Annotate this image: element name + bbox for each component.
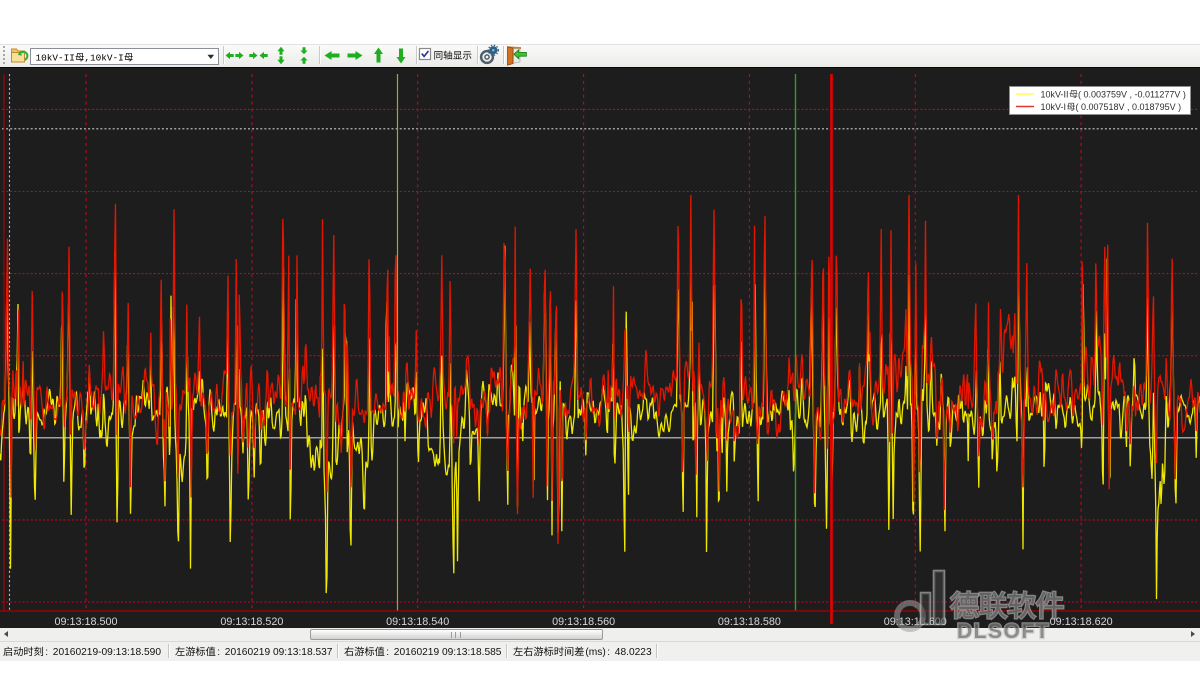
svg-text::: : — [217, 647, 220, 658]
svg-text::: : — [386, 647, 389, 658]
svg-text:20160219-09:13:18.590: 20160219-09:13:18.590 — [53, 647, 162, 658]
svg-text:DLSOFT: DLSOFT — [957, 620, 1050, 643]
svg-text:48.0223: 48.0223 — [615, 647, 652, 658]
svg-text:20160219 09:13:18.537: 20160219 09:13:18.537 — [225, 647, 333, 658]
svg-text:20160219 09:13:18.585: 20160219 09:13:18.585 — [394, 647, 502, 658]
svg-text:(ms): (ms) — [585, 647, 605, 658]
svg-text:10kV-II: 10kV-II — [36, 53, 75, 64]
svg-text::: : — [45, 647, 48, 658]
svg-text:,10kV-I: ,10kV-I — [84, 53, 123, 64]
svg-text::: : — [607, 647, 610, 658]
